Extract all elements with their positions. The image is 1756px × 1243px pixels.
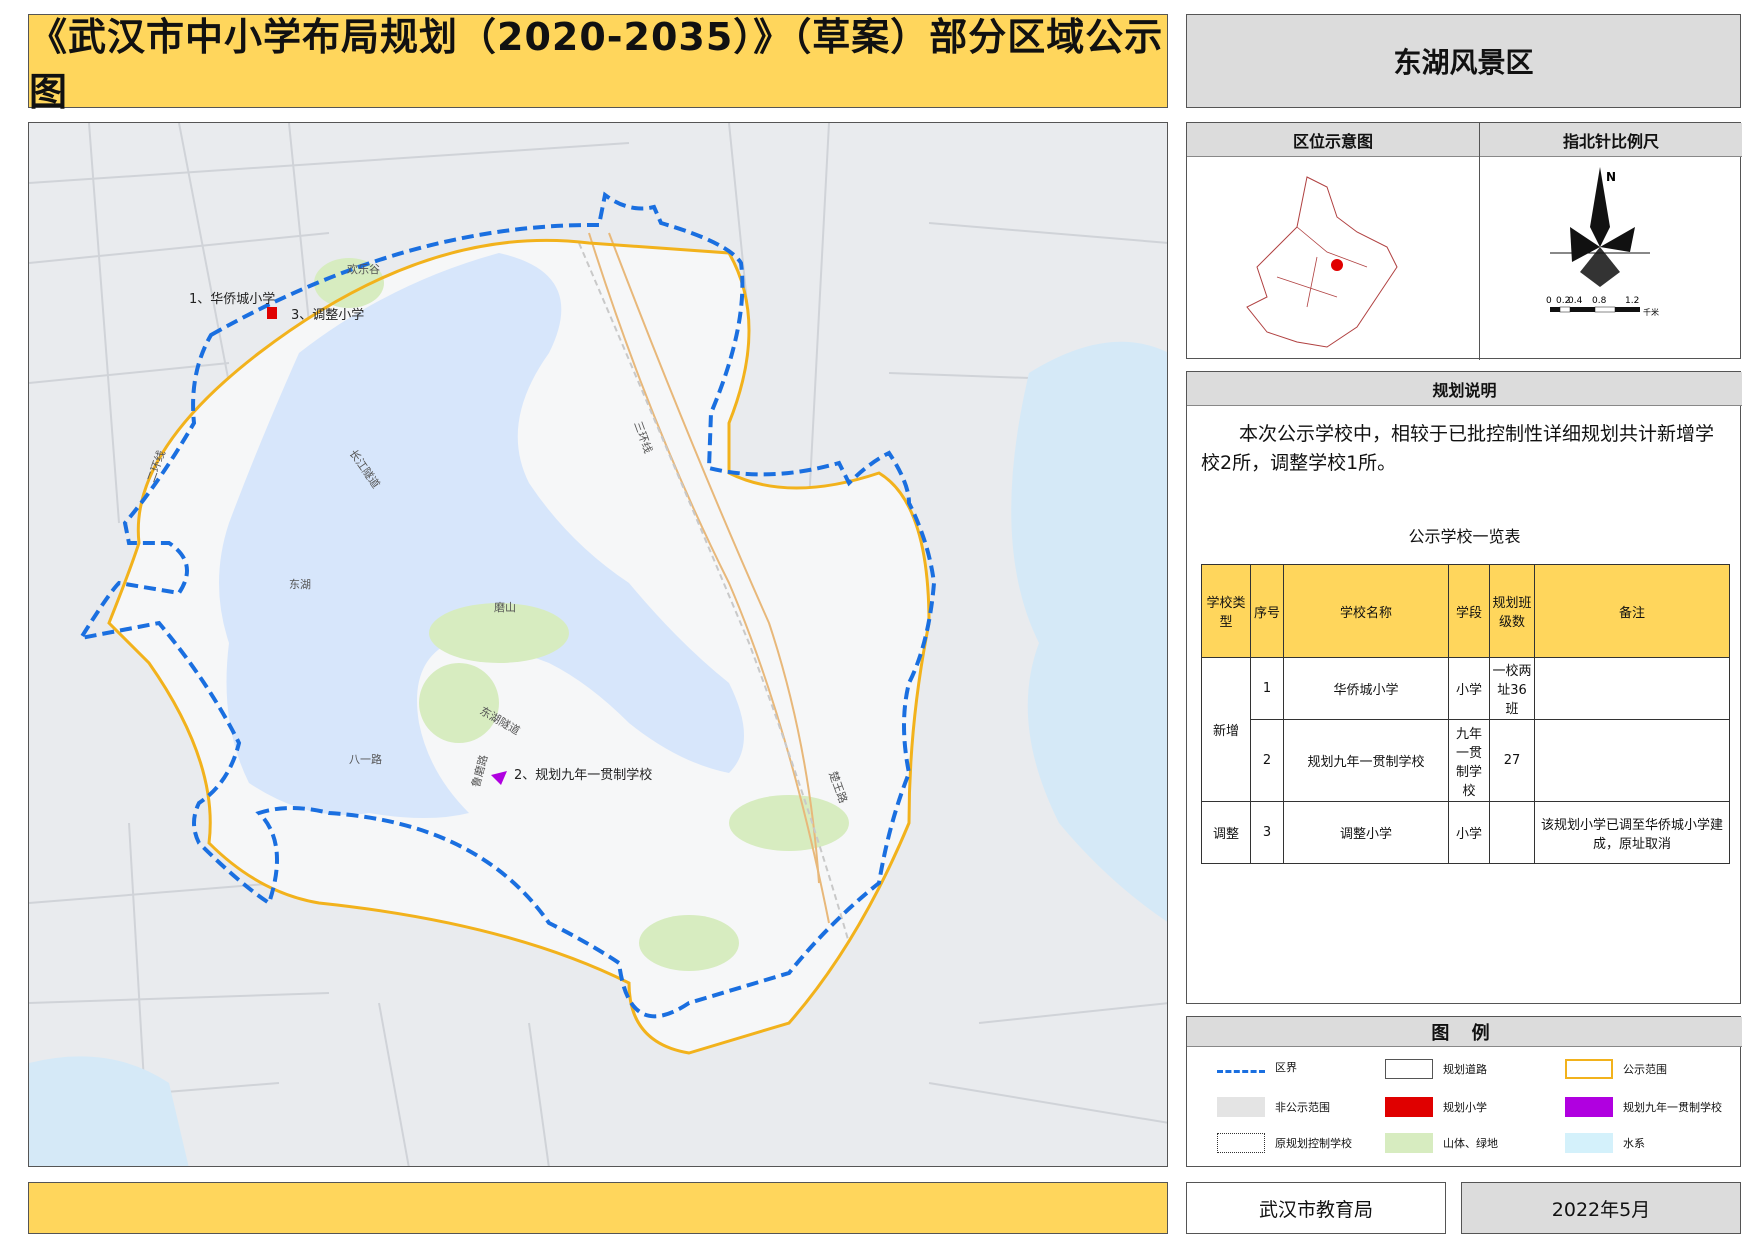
- road-icon: [1385, 1059, 1433, 1079]
- column-header: 学校名称: [1283, 564, 1449, 658]
- legend-item: 非公示范围: [1217, 1097, 1330, 1117]
- cell: 2: [1250, 719, 1284, 802]
- legend-label: 原规划控制学校: [1275, 1137, 1352, 1150]
- legend-label: 水系: [1623, 1137, 1645, 1150]
- wuhan-outline: [1246, 176, 1398, 348]
- scale-unit: 千米: [1643, 307, 1659, 317]
- column-header: 学段: [1448, 564, 1490, 658]
- cell: 小学: [1448, 801, 1490, 864]
- cell: 九年一贯制学校: [1448, 719, 1490, 802]
- green-area: [729, 795, 849, 851]
- legend-label: 区界: [1275, 1061, 1297, 1074]
- legend-item: 规划九年一贯制学校: [1565, 1097, 1722, 1117]
- scale-tick: 0: [1546, 296, 1552, 306]
- notes-text: 本次公示学校中，相较于已批控制性详细规划共计新增学校2所，调整学校1所。: [1201, 423, 1715, 474]
- legend-title: 图 例: [1187, 1017, 1742, 1047]
- scale-tick: 0.8: [1592, 296, 1607, 306]
- right-lake: [1011, 341, 1167, 922]
- place-label: 磨山: [494, 601, 516, 614]
- table-row: 调整 3 调整小学 小学 该规划小学已调至华侨城小学建成，原址取消: [1201, 801, 1730, 864]
- school-label: 1、华侨城小学: [189, 291, 275, 307]
- cell: 小学: [1448, 657, 1490, 720]
- type-cell: 新增: [1201, 657, 1251, 802]
- publish-range-icon: [1565, 1059, 1613, 1079]
- non-publish-icon: [1217, 1097, 1265, 1117]
- legend-label: 规划九年一贯制学校: [1623, 1101, 1722, 1114]
- footer-bar: [28, 1182, 1168, 1234]
- southwest-water: [29, 1056, 189, 1166]
- legend-label: 非公示范围: [1275, 1101, 1330, 1114]
- place-label: 八一路: [349, 753, 382, 766]
- district-lines: [1276, 226, 1368, 308]
- cell: 1: [1250, 657, 1284, 720]
- map-title: 《武汉市中小学布局规划（2020-2035）》（草案）部分区域公示图: [28, 14, 1168, 114]
- column-header: 学校类型: [1201, 564, 1251, 658]
- locator-panel: 区位示意图 指北针比例尺 N 0 0.2 0.4 0.8 1.2 千米: [1186, 122, 1742, 360]
- main-map[interactable]: 欢乐谷 东湖 磨山 东湖隧道 八一路 鲁磨路 三环线 二环线 长江隧道 楚王路 …: [28, 122, 1168, 1167]
- cell: [1534, 657, 1730, 720]
- locator-map: [1246, 176, 1398, 348]
- green-area-icon: [1385, 1133, 1433, 1153]
- original-school-icon: [1217, 1133, 1265, 1153]
- legend-panel: 图 例 区界 规划道路 公示范围 非公示范围 规划小学 规划九年一贯制学校 原规…: [1186, 1016, 1742, 1167]
- column-header: 序号: [1250, 564, 1284, 658]
- nine-year-school-icon: [1565, 1097, 1613, 1117]
- north-label: N: [1606, 170, 1616, 184]
- legend-item: 区界: [1217, 1059, 1297, 1075]
- green-area: [639, 915, 739, 971]
- district-name: 东湖风景区: [1186, 14, 1741, 108]
- cell: 27: [1489, 719, 1535, 802]
- cell: 华侨城小学: [1283, 657, 1449, 720]
- map-canvas: 欢乐谷 东湖 磨山 东湖隧道 八一路 鲁磨路 三环线 二环线 长江隧道 楚王路 …: [29, 123, 1167, 1166]
- cell: 调整小学: [1283, 801, 1449, 864]
- cell: 规划九年一贯制学校: [1283, 719, 1449, 802]
- water-icon: [1565, 1133, 1613, 1153]
- north-arrow-scale: N 0 0.2 0.4 0.8 1.2 千米: [1546, 167, 1659, 317]
- legend-item: 原规划控制学校: [1217, 1133, 1352, 1153]
- legend-label: 公示范围: [1623, 1063, 1667, 1076]
- table-row: 2 规划九年一贯制学校 九年一贯制学校 27: [1202, 719, 1730, 802]
- school-table-title: 公示学校一览表: [1408, 527, 1521, 546]
- cell: 一校两址36班: [1489, 657, 1535, 720]
- primary-school-icon: [1385, 1097, 1433, 1117]
- scale-tick: 1.2: [1625, 296, 1639, 306]
- scale-tick: 0.4: [1568, 296, 1583, 306]
- notes-title: 规划说明: [1187, 372, 1742, 406]
- cell: [1534, 719, 1730, 802]
- location-marker: [1331, 259, 1343, 271]
- place-label: 东湖: [289, 578, 311, 591]
- cell: 该规划小学已调至华侨城小学建成，原址取消: [1534, 801, 1730, 864]
- table-row: 新增 1 华侨城小学 小学 一校两址36班: [1201, 657, 1730, 802]
- locator-title: 区位示意图: [1187, 123, 1479, 157]
- legend-item: 山体、绿地: [1385, 1133, 1498, 1153]
- legend-item: 规划小学: [1385, 1097, 1487, 1117]
- issue-date: 2022年5月: [1461, 1182, 1741, 1234]
- green-area: [419, 663, 499, 743]
- planning-notes-panel: 规划说明 本次公示学校中，相较于已批控制性详细规划共计新增学校2所，调整学校1所…: [1186, 371, 1742, 1004]
- school-label: 2、规划九年一贯制学校: [514, 767, 652, 783]
- legend-item: 公示范围: [1565, 1059, 1667, 1079]
- north-scale-title: 指北针比例尺: [1479, 123, 1742, 157]
- legend-label: 山体、绿地: [1443, 1137, 1498, 1150]
- school-marker-huaqiaocheng[interactable]: [267, 307, 277, 319]
- school-label: 3、调整小学: [291, 307, 364, 323]
- issuing-org: 武汉市教育局: [1186, 1182, 1446, 1234]
- table-header-row: 学校类型 序号 学校名称 学段 规划班级数 备注: [1201, 564, 1730, 658]
- legend-item: 水系: [1565, 1133, 1645, 1153]
- column-header: 规划班级数: [1489, 564, 1535, 658]
- legend-label: 规划道路: [1443, 1063, 1487, 1076]
- school-table: 学校类型 序号 学校名称 学段 规划班级数 备注 新增 1 华侨城小学 小学 一…: [1201, 564, 1730, 864]
- place-label: 欢乐谷: [347, 262, 380, 276]
- cell: 3: [1250, 801, 1284, 864]
- column-header: 备注: [1534, 564, 1730, 658]
- legend-item: 规划道路: [1385, 1059, 1487, 1079]
- type-cell: 调整: [1201, 801, 1251, 864]
- dashed-line-icon: [1217, 1069, 1265, 1073]
- cell: [1489, 801, 1535, 864]
- legend-label: 规划小学: [1443, 1101, 1487, 1114]
